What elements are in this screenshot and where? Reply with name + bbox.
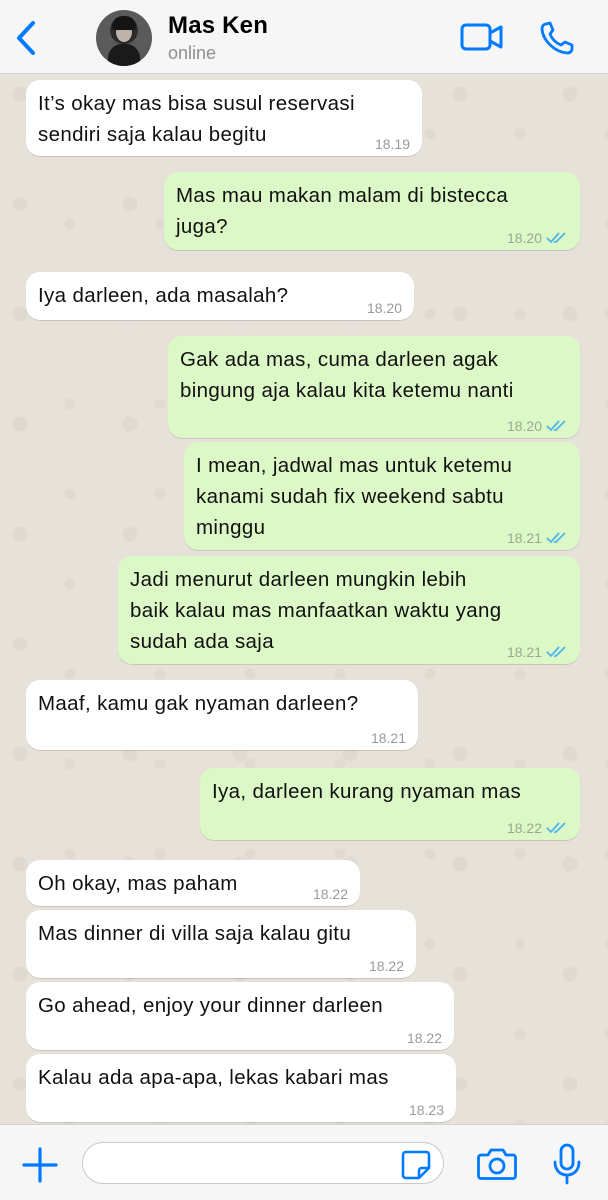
message-text: Iya darleen, ada masalah? [38, 284, 289, 307]
chat-area[interactable]: It’s okay mas bisa susul reservasi sendi… [0, 74, 608, 1124]
sticker-button[interactable] [400, 1149, 432, 1181]
message-time: 18.22 [368, 958, 404, 974]
message-time: 18.22 [506, 820, 542, 836]
double-check-icon [546, 232, 566, 244]
attach-button[interactable] [20, 1145, 60, 1185]
message-bubble-incoming[interactable]: Kalau ada apa-apa, lekas kabari mas 18.2… [26, 1054, 456, 1122]
message-input[interactable] [82, 1142, 444, 1184]
message-text: Gak ada mas, cuma darleen agak bingung a… [180, 348, 514, 402]
message-time: 18.20 [506, 418, 542, 434]
message-bubble-incoming[interactable]: Go ahead, enjoy your dinner darleen 18.2… [26, 982, 454, 1050]
sticker-icon [401, 1150, 431, 1180]
avatar[interactable] [96, 10, 152, 66]
message-time: 18.20 [506, 230, 542, 246]
double-check-icon [546, 822, 566, 834]
message-bubble-incoming[interactable]: Iya darleen, ada masalah? 18.20 [26, 272, 414, 320]
message-text: Kalau ada apa-apa, lekas kabari mas [38, 1066, 389, 1089]
message-bubble-incoming[interactable]: Mas dinner di villa saja kalau gitu 18.2… [26, 910, 416, 978]
message-bubble-outgoing[interactable]: I mean, jadwal mas untuk ketemu kanami s… [184, 442, 580, 550]
back-button[interactable] [8, 18, 44, 58]
plus-icon [22, 1147, 58, 1183]
microphone-icon [553, 1143, 581, 1185]
message-time: 18.22 [406, 1030, 442, 1046]
message-bubble-incoming[interactable]: Maaf, kamu gak nyaman darleen? 18.21 [26, 680, 418, 750]
message-text: Jadi menurut darleen mungkin lebih baik … [130, 568, 502, 653]
message-bubble-incoming[interactable]: It’s okay mas bisa susul reservasi sendi… [26, 80, 422, 156]
message-input-bar [0, 1124, 608, 1200]
camera-icon [477, 1148, 517, 1180]
message-time: 18.22 [312, 886, 348, 902]
message-text: Maaf, kamu gak nyaman darleen? [38, 692, 359, 715]
message-text: Oh okay, mas paham [38, 872, 238, 895]
message-time: 18.23 [408, 1102, 444, 1118]
message-bubble-outgoing[interactable]: Gak ada mas, cuma darleen agak bingung a… [168, 336, 580, 438]
message-time: 18.21 [370, 730, 406, 746]
double-check-icon [546, 420, 566, 432]
phone-icon [540, 21, 574, 55]
double-check-icon [546, 646, 566, 658]
double-check-icon [546, 532, 566, 544]
message-text: It’s okay mas bisa susul reservasi sendi… [38, 92, 355, 146]
message-bubble-incoming[interactable]: Oh okay, mas paham 18.22 [26, 860, 360, 906]
camera-button[interactable] [476, 1145, 518, 1183]
message-text: Iya, darleen kurang nyaman mas [212, 780, 522, 803]
message-text: Mas dinner di villa saja kalau gitu [38, 922, 352, 945]
message-bubble-outgoing[interactable]: Jadi menurut darleen mungkin lebih baik … [118, 556, 580, 664]
voice-message-button[interactable] [552, 1143, 582, 1185]
contact-name[interactable]: Mas Ken [168, 12, 268, 40]
chevron-left-icon [17, 21, 35, 55]
message-text: Go ahead, enjoy your dinner darleen [38, 994, 384, 1017]
message-time: 18.21 [506, 644, 542, 660]
video-camera-icon [460, 23, 503, 51]
message-bubble-outgoing[interactable]: Iya, darleen kurang nyaman mas 18.22 [200, 768, 580, 840]
message-bubble-outgoing[interactable]: Mas mau makan malam di bistecca juga? 18… [164, 172, 580, 250]
video-call-button[interactable] [460, 22, 504, 52]
voice-call-button[interactable] [538, 20, 578, 56]
message-time: 18.21 [506, 530, 542, 546]
message-time: 18.19 [374, 136, 410, 152]
chat-header: Mas Ken online [0, 0, 608, 74]
contact-status: online [168, 43, 217, 63]
message-time: 18.20 [366, 300, 402, 316]
